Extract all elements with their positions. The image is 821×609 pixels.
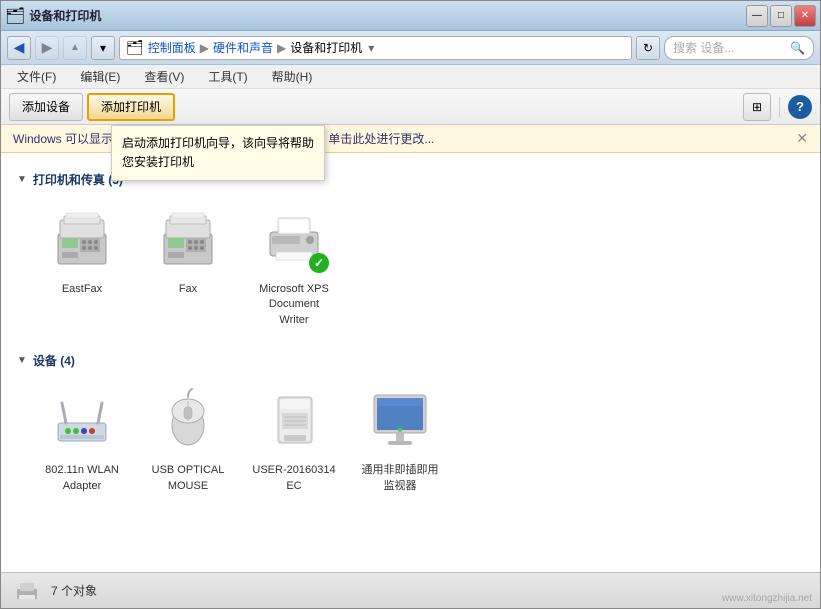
search-bar[interactable]: 搜索 设备... 🔍 — [664, 36, 814, 60]
breadcrumb-part-3: 设备和打印机 — [290, 39, 362, 56]
breadcrumb-icon: 🗂 — [126, 39, 144, 56]
window-title: 设备和打印机 — [29, 7, 101, 24]
breadcrumb-sep-1: ▶ — [200, 41, 209, 55]
add-device-button[interactable]: 添加设备 — [9, 93, 83, 121]
menu-view[interactable]: 查看(V) — [136, 66, 192, 87]
router-label: 802.11n WLANAdapter — [45, 463, 119, 494]
menu-help[interactable]: 帮助(H) — [264, 66, 321, 87]
printers-grid: EastFax — [17, 198, 804, 344]
view-button[interactable]: ⊞ — [743, 93, 771, 121]
help-button[interactable]: ? — [788, 95, 812, 119]
devices-grid: 802.11n WLANAdapter — [17, 379, 804, 510]
xps-label: Microsoft XPSDocumentWriter — [259, 282, 329, 328]
breadcrumb-dropdown[interactable]: ▾ — [368, 41, 374, 55]
hdd-icon-container — [254, 379, 334, 459]
monitor-icon — [368, 387, 432, 451]
forward-icon: ▶ — [42, 39, 53, 56]
mouse-icon — [156, 387, 220, 451]
menu-bar: 文件(F) 编辑(E) 查看(V) 工具(T) 帮助(H) — [1, 65, 820, 89]
back-button[interactable]: ◀ — [7, 36, 31, 60]
fax-icon — [50, 206, 114, 270]
forward-button[interactable]: ▶ — [35, 36, 59, 60]
tooltip-line2: 您安装打印机 — [122, 153, 314, 172]
router-icon — [50, 387, 114, 451]
printers-section-title: 打印机和传真 (3) — [33, 171, 123, 188]
content-area: ▼ 打印机和传真 (3) — [1, 153, 820, 572]
status-count: 7 个对象 — [51, 582, 97, 599]
monitor-icon-container — [360, 379, 440, 459]
menu-tools[interactable]: 工具(T) — [200, 66, 255, 87]
breadcrumb: 🗂 控制面板 ▶ 硬件和声音 ▶ 设备和打印机 ▾ — [119, 36, 632, 60]
title-bar: 🗂 设备和打印机 — □ ✕ — [1, 1, 820, 31]
device-router[interactable]: 802.11n WLANAdapter — [37, 379, 127, 494]
up-button[interactable]: ▲ — [63, 36, 87, 60]
device-fax[interactable]: Fax — [143, 198, 233, 328]
search-placeholder: 搜索 设备... — [673, 39, 734, 56]
hdd-label: USER-20160314EC — [252, 463, 335, 494]
recent-button[interactable]: ▾ — [91, 36, 115, 60]
eastfax-label: EastFax — [62, 282, 102, 297]
window-icon: 🗂 — [5, 6, 25, 26]
title-bar-left: 🗂 设备和打印机 — [5, 6, 101, 26]
toolbar: 添加设备 添加打印机 启动添加打印机向导，该向导将帮助 您安装打印机 ⊞ ? — [1, 89, 820, 125]
status-bar: 7 个对象 www.xitongzhijia.net — [1, 572, 820, 608]
search-icon: 🔍 — [790, 41, 805, 55]
mouse-icon-container — [148, 379, 228, 459]
xps-icon-container: ✓ — [254, 198, 334, 278]
fax-icon-container — [148, 198, 228, 278]
watermark: www.xitongzhijia.net — [722, 593, 812, 604]
refresh-button[interactable]: ↻ — [636, 36, 660, 60]
device-monitor[interactable]: 通用非即插即用监视器 — [355, 379, 445, 494]
monitor-label: 通用非即插即用监视器 — [362, 463, 439, 494]
mouse-label: USB OPTICALMOUSE — [152, 463, 225, 494]
close-button[interactable]: ✕ — [794, 5, 816, 27]
device-hdd[interactable]: USER-20160314EC — [249, 379, 339, 494]
view-icon: ⊞ — [752, 100, 762, 114]
eastfax-icon-container — [42, 198, 122, 278]
title-bar-controls: — □ ✕ — [746, 5, 816, 27]
add-device-label: 添加设备 — [22, 98, 70, 115]
breadcrumb-part-1[interactable]: 控制面板 — [148, 39, 196, 56]
minimize-button[interactable]: — — [746, 5, 768, 27]
device-mouse[interactable]: USB OPTICALMOUSE — [143, 379, 233, 494]
status-icon — [13, 577, 41, 605]
toolbar-divider — [779, 97, 780, 117]
help-icon: ? — [796, 99, 804, 114]
add-printer-button[interactable]: 添加打印机 — [87, 93, 175, 121]
printers-triangle[interactable]: ▼ — [17, 174, 27, 185]
menu-file[interactable]: 文件(F) — [9, 66, 64, 87]
device-eastfax[interactable]: EastFax — [37, 198, 127, 328]
back-icon: ◀ — [14, 39, 25, 56]
fax-label: Fax — [179, 282, 197, 297]
fax2-icon — [156, 206, 220, 270]
breadcrumb-part-2[interactable]: 硬件和声音 — [213, 39, 273, 56]
add-printer-label: 添加打印机 — [101, 98, 161, 115]
device-xps[interactable]: ✓ Microsoft XPSDocumentWriter — [249, 198, 339, 328]
default-badge: ✓ — [309, 253, 329, 273]
devices-section-title: 设备 (4) — [33, 352, 75, 369]
devices-triangle[interactable]: ▼ — [17, 355, 27, 366]
refresh-icon: ↻ — [643, 41, 653, 55]
tooltip-line1: 启动添加打印机向导，该向导将帮助 — [122, 134, 314, 153]
devices-section-header: ▼ 设备 (4) — [17, 352, 804, 369]
nav-bar: ◀ ▶ ▲ ▾ 🗂 控制面板 ▶ 硬件和声音 ▶ 设备和打印机 ▾ ↻ 搜索 设… — [1, 31, 820, 65]
up-icon: ▲ — [70, 42, 80, 53]
hdd-icon — [262, 387, 326, 451]
dropdown-icon: ▾ — [100, 41, 106, 55]
menu-edit[interactable]: 编辑(E) — [72, 66, 128, 87]
main-window: 🗂 设备和打印机 — □ ✕ ◀ ▶ ▲ ▾ 🗂 控制面板 ▶ 硬件和声音 ▶ … — [0, 0, 821, 609]
info-close-button[interactable]: ✕ — [796, 130, 808, 147]
breadcrumb-sep-2: ▶ — [277, 41, 286, 55]
maximize-button[interactable]: □ — [770, 5, 792, 27]
tooltip-popup: 启动添加打印机向导，该向导将帮助 您安装打印机 — [111, 125, 325, 181]
router-icon-container — [42, 379, 122, 459]
